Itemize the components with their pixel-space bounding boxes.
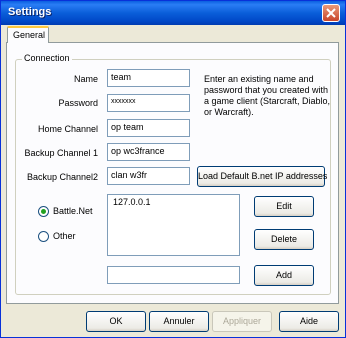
delete-button[interactable]: Delete [254,229,314,250]
backup-channel-2-field[interactable]: clan w3fr [107,167,190,185]
battlenet-label: Battle.Net [53,206,93,216]
list-item[interactable]: 127.0.0.1 [113,197,151,207]
close-button[interactable] [322,4,340,22]
password-field[interactable]: xxxxxxx [107,94,190,112]
add-button[interactable]: Add [254,265,314,286]
help-text: Enter an existing name and password that… [204,74,331,117]
server-list[interactable]: 127.0.0.1 [107,194,240,256]
load-default-button[interactable]: Load Default B.net IP addresses [197,166,327,187]
home-channel-field[interactable]: op team [107,119,190,137]
tab-general-label: General [13,30,46,40]
connection-legend: Connection [22,53,72,63]
edit-button[interactable]: Edit [254,196,314,217]
ok-button[interactable]: OK [86,311,146,332]
home-channel-label: Home Channel [37,124,98,134]
backup-channel-2-label: Backup Channel2 [26,172,98,182]
backup-channel-1-field[interactable]: op wc3france [107,143,190,161]
cancel-button[interactable]: Annuler [149,311,209,332]
name-field[interactable]: team [107,69,190,87]
other-radio[interactable] [38,231,49,242]
apply-button[interactable]: Appliquer [212,311,272,332]
help-button[interactable]: Aide [279,311,339,332]
window-title: Settings [8,6,52,18]
new-address-input[interactable] [107,266,240,284]
radio-selected-dot [41,209,46,214]
password-label: Password [58,98,98,108]
title-bar[interactable]: Settings [1,1,345,25]
name-label: Name [73,74,98,84]
other-label: Other [53,231,76,241]
battlenet-radio[interactable] [38,206,49,217]
backup-channel-1-label: Backup Channel 1 [24,148,98,158]
tab-general[interactable]: General [7,26,49,43]
